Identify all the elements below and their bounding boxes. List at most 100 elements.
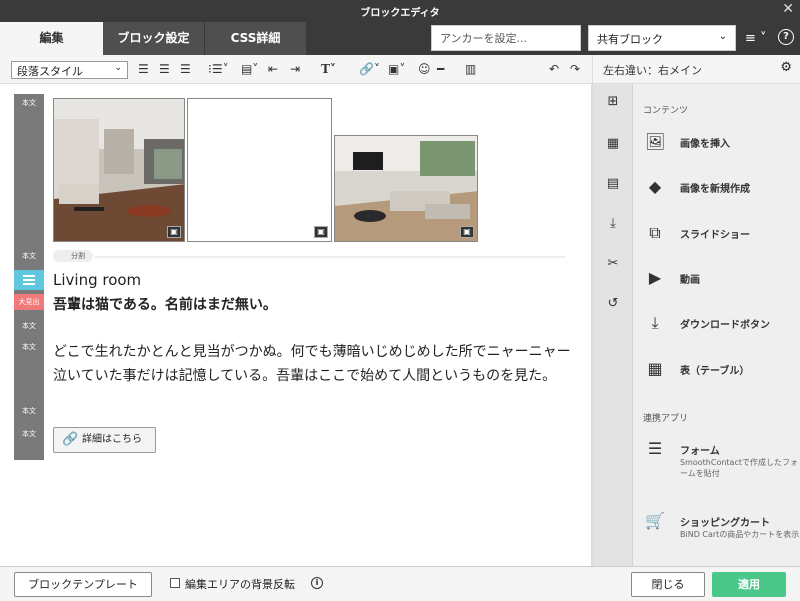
image-icon[interactable]: ▣	[460, 226, 474, 238]
gutter-tag-body[interactable]: 本文	[14, 342, 44, 352]
indent-icon[interactable]: ⇥	[290, 62, 300, 76]
text-style-icon[interactable]: T˅	[321, 62, 336, 76]
insert-image-item[interactable]: 🖼 画像を挿入	[643, 128, 798, 156]
document-icon[interactable]: ▤	[605, 176, 621, 192]
divider-handle[interactable]: 分割	[53, 250, 93, 262]
parts-grid-icon[interactable]: ▦	[605, 136, 621, 152]
gutter-caption-icon[interactable]	[14, 270, 44, 290]
chevron-down-icon: ⌄	[718, 31, 727, 42]
menu-icon[interactable]: ≡ ˅	[745, 31, 767, 46]
numbered-list-icon[interactable]: ▤˅	[241, 62, 258, 76]
align-left-icon[interactable]: ☰	[138, 62, 149, 76]
bullet-list-icon[interactable]: ⁝☰˅	[208, 62, 229, 76]
help-icon[interactable]: ?	[778, 29, 794, 45]
undo-icon[interactable]: ↶	[549, 62, 559, 76]
emoji-icon[interactable]: ☺	[418, 62, 431, 76]
gutter-tag-body[interactable]: 本文	[14, 98, 44, 108]
footer: ブロックテンプレート 編集エリアの背景反転 i 閉じる 適用	[0, 566, 800, 601]
block-gutter: 本文 本文 大見出 本文 本文 本文 本文	[14, 94, 44, 460]
gutter-tag-body[interactable]: 本文	[14, 251, 44, 261]
link-icon: 🔗	[62, 432, 79, 447]
image-icon[interactable]: ▣	[167, 226, 181, 238]
align-center-icon[interactable]: ☰	[159, 62, 170, 76]
form-item[interactable]: ☰ フォーム SmoothContactで作成したフォームを貼付	[643, 435, 798, 485]
gutter-tag-body[interactable]: 本文	[14, 429, 44, 439]
room-photo-2	[335, 136, 477, 241]
image-slot-1[interactable]: ▣	[53, 98, 185, 242]
item-label: スライドショー	[680, 230, 750, 241]
chevron-down-icon: ⌄	[114, 63, 122, 73]
heading-text[interactable]: 吾輩は猫である。名前はまだ無い。	[53, 294, 277, 314]
room-photo-1	[54, 99, 184, 241]
download-button-item[interactable]: ⤓ ダウンロードボタン	[643, 309, 798, 337]
right-panel-header: 左右違い：右メイン ⚙	[592, 55, 800, 84]
detail-link-button[interactable]: 🔗 詳細はこちら	[53, 427, 156, 453]
item-label: 動画	[680, 275, 700, 286]
anchor-input[interactable]	[431, 25, 581, 51]
import-icon[interactable]: ⤓	[605, 216, 621, 232]
info-icon[interactable]: i	[311, 577, 323, 589]
format-toolbar: 段落スタイル ⌄ ☰ ☰ ☰ ⁝☰˅ ▤˅ ⇤ ⇥ T˅ 🔗˅ ▣˅ ☺ ━ ▥…	[0, 55, 592, 84]
slideshow-icon: ⧉	[649, 223, 661, 242]
inline-image-icon[interactable]: ▣˅	[388, 62, 405, 76]
create-image-item[interactable]: ◆ 画像を新規作成	[643, 173, 798, 201]
add-block-icon[interactable]: ⊞	[605, 94, 621, 110]
column-icon[interactable]: ▥	[465, 62, 476, 76]
link-icon[interactable]: 🔗˅	[359, 62, 380, 76]
table-item[interactable]: ▦ 表（テーブル）	[643, 355, 798, 383]
editor-area[interactable]: 本文 本文 大見出 本文 本文 本文 本文 ▣ ▣ ▣ 分割 Living ro…	[0, 84, 592, 566]
shared-block-select[interactable]: 共有ブロック ⌄	[588, 25, 736, 51]
layout-label: 左右違い：右メイン	[603, 64, 702, 77]
gutter-tag-body[interactable]: 本文	[14, 321, 44, 331]
item-label: フォーム	[680, 446, 720, 457]
divider-label: 分割	[71, 252, 85, 260]
shared-block-value: 共有ブロック	[597, 33, 663, 46]
section-label-contents: コンテンツ	[643, 106, 689, 116]
shapes-icon: ◆	[648, 177, 662, 196]
window-title: ブロックエディタ	[360, 8, 440, 19]
tab-css-details[interactable]: CSS詳細	[205, 22, 306, 55]
paragraph-style-value: 段落スタイル	[17, 65, 83, 78]
gutter-tag-body[interactable]: 本文	[14, 406, 44, 416]
video-icon: ▶	[648, 268, 662, 287]
tab-edit[interactable]: 編集	[0, 22, 103, 55]
cart-icon: 🛒	[645, 511, 665, 530]
right-panel: ⊞ ▦ ▤ ⤓ ✂ ↺ コンテンツ 🖼 画像を挿入 ◆ 画像を新規作成 ⧉ スラ…	[592, 84, 800, 566]
gutter-tag-heading[interactable]: 大見出	[14, 294, 44, 310]
close-button[interactable]: 閉じる	[631, 572, 705, 597]
form-icon: ☰	[647, 439, 663, 458]
image-slot-3[interactable]: ▣	[334, 135, 478, 242]
video-item[interactable]: ▶ 動画	[643, 264, 798, 292]
shopping-cart-item[interactable]: 🛒 ショッピングカート BiND Cartの商品やカートを表示	[643, 507, 800, 557]
body-text[interactable]: どこで生れたかとんと見当がつかぬ。何でも薄暗いじめじめした所でニャーニャー泣いて…	[53, 340, 580, 388]
tab-block-settings[interactable]: ブロック設定	[103, 22, 205, 55]
item-label: 画像を新規作成	[680, 184, 750, 195]
parts-list: コンテンツ 🖼 画像を挿入 ◆ 画像を新規作成 ⧉ スライドショー ▶ 動画 ⤓…	[633, 84, 800, 566]
tab-bar: 編集 ブロック設定 CSS詳細 共有ブロック ⌄ ≡ ˅ ?	[0, 22, 800, 55]
close-icon[interactable]: ✕	[782, 1, 794, 17]
image-caption[interactable]: Living room	[53, 271, 141, 289]
item-description: SmoothContactで作成したフォームを貼付	[680, 458, 798, 478]
apply-button[interactable]: 適用	[712, 572, 786, 597]
bg-invert-label: 編集エリアの背景反転	[185, 578, 295, 591]
download-icon: ⤓	[651, 313, 659, 332]
table-icon: ▦	[647, 359, 663, 378]
image-slot-2[interactable]: ▣	[187, 98, 332, 242]
horizontal-rule-icon[interactable]: ━	[437, 62, 444, 76]
bg-invert-checkbox[interactable]	[170, 578, 180, 588]
image-icon[interactable]: ▣	[314, 226, 328, 238]
divider-line	[95, 256, 565, 258]
item-label: 表（テーブル）	[680, 366, 750, 377]
gear-icon[interactable]: ⚙	[780, 60, 792, 75]
paragraph-style-select[interactable]: 段落スタイル ⌄	[11, 61, 128, 79]
tools-icon[interactable]: ✂	[605, 256, 621, 272]
block-template-button[interactable]: ブロックテンプレート	[14, 572, 152, 597]
lines-icon	[23, 275, 35, 285]
item-label: ショッピングカート	[680, 518, 770, 529]
item-description: BiND Cartの商品やカートを表示	[680, 530, 800, 539]
redo-icon[interactable]: ↷	[570, 62, 580, 76]
history-icon[interactable]: ↺	[605, 296, 621, 312]
align-right-icon[interactable]: ☰	[180, 62, 191, 76]
outdent-icon[interactable]: ⇤	[268, 62, 278, 76]
slideshow-item[interactable]: ⧉ スライドショー	[643, 219, 798, 247]
